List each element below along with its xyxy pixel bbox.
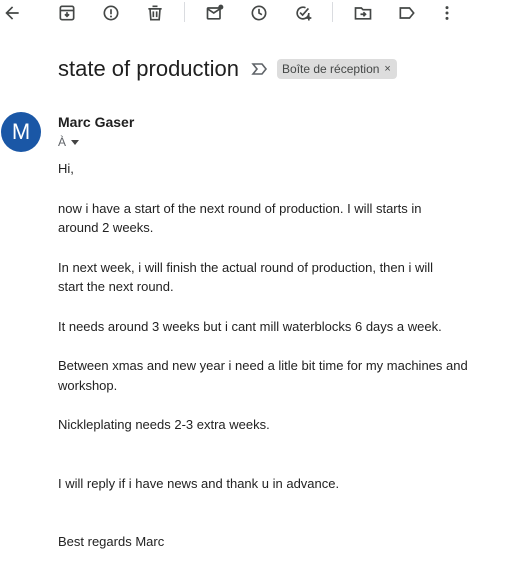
mark-unread-icon[interactable] <box>203 1 227 25</box>
move-to-icon[interactable] <box>351 1 375 25</box>
remove-label-icon[interactable]: × <box>384 63 390 75</box>
email-subject: state of production <box>58 56 240 81</box>
importance-marker-icon[interactable] <box>251 60 269 78</box>
toolbar-divider <box>184 2 185 22</box>
body-line: It needs around 3 weeks but i cant mill … <box>58 318 442 334</box>
label-icon[interactable] <box>395 1 419 25</box>
body-line: start the next round. <box>58 279 174 294</box>
toolbar <box>0 0 516 26</box>
body-line: workshop. <box>58 377 118 393</box>
chevron-down-icon[interactable] <box>71 139 80 145</box>
recipient-label: À <box>58 135 67 149</box>
body-signoff: Best regards Marc <box>58 534 165 549</box>
label-text: Boîte de réception <box>282 62 380 76</box>
body-line: around 2 weeks. <box>58 220 154 235</box>
delete-icon[interactable] <box>143 1 167 25</box>
report-spam-icon[interactable] <box>99 1 123 25</box>
avatar[interactable]: M <box>1 112 41 152</box>
archive-icon[interactable] <box>55 1 79 25</box>
add-to-tasks-icon[interactable] <box>291 1 315 25</box>
body-greeting: Hi, <box>58 161 74 176</box>
recipient-details-toggle[interactable]: À <box>58 135 80 149</box>
snooze-icon[interactable] <box>247 1 271 25</box>
inbox-label-chip[interactable]: Boîte de réception × <box>277 59 397 79</box>
toolbar-divider <box>332 2 333 22</box>
more-options-icon[interactable] <box>435 1 459 25</box>
body-line: I will reply if i have news and thank u … <box>58 475 340 491</box>
body-line: Between xmas and new year i need a litle… <box>58 358 468 373</box>
body-line: now i have a start of the next round of … <box>58 200 422 216</box>
subject-row: state of production Boîte de réception × <box>58 56 397 82</box>
back-arrow-icon[interactable] <box>0 1 24 25</box>
email-body: Hi, now i have a start of the next round… <box>58 159 478 552</box>
body-line: In next week, i will finish the actual r… <box>58 259 434 275</box>
body-line: Nickleplating needs 2-3 extra weeks. <box>58 417 270 432</box>
sender-name[interactable]: Marc Gaser <box>58 114 134 130</box>
